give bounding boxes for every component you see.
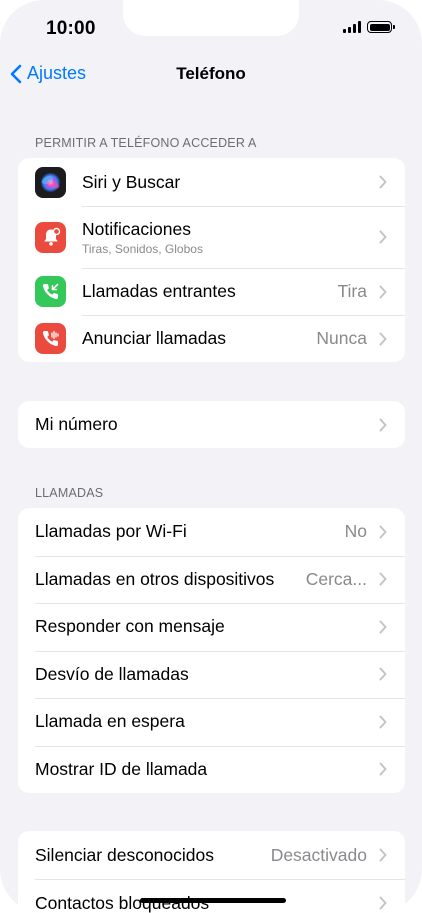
cellular-signal-icon [343,21,361,33]
siri-search-row[interactable]: Siri y Buscar [18,158,405,206]
row-subtitle: Tiras, Sonidos, Globos [82,241,203,256]
notch [123,0,299,36]
row-label: Llamadas por Wi-Fi [35,521,187,542]
incoming-calls-value: Tira [337,281,368,301]
my-number-group: Mi número [18,401,405,448]
home-indicator[interactable] [140,898,286,903]
row-label: Mi número [35,414,118,434]
siri-icon [35,166,66,198]
chevron-right-icon [379,620,387,634]
page-title: Teléfono [176,64,246,83]
wifi-calling-value: No [344,521,367,542]
incoming-call-icon [35,276,66,307]
call-forwarding-row[interactable]: Desvío de llamadas [18,650,405,699]
status-icons [343,21,395,33]
calls-group: Llamadas por Wi-Fi No Llamadas en otros … [18,508,405,793]
silence-unknown-row[interactable]: Silenciar desconocidos Desactivado [18,831,405,879]
row-label: Llamada en espera [35,711,185,732]
my-number-row[interactable]: Mi número [18,401,405,448]
chevron-right-icon [379,896,387,910]
row-label: Desvío de llamadas [35,663,189,684]
chevron-right-icon [379,332,387,345]
chevron-right-icon [379,525,387,539]
announce-calls-value: Nunca [316,328,367,348]
notifications-row[interactable]: Notificaciones Tiras, Sonidos, Globos [18,206,405,268]
status-time: 10:00 [46,18,96,39]
wifi-calling-row[interactable]: Llamadas por Wi-Fi No [18,508,405,556]
call-waiting-row[interactable]: Llamada en espera [18,698,405,746]
chevron-right-icon [379,285,387,298]
announce-calls-icon [35,323,66,354]
notifications-icon [35,221,66,253]
chevron-right-icon [379,572,387,586]
show-caller-id-row[interactable]: Mostrar ID de llamada [18,745,405,794]
phone-screen: 10:00 Ajustes Teléfono PERMITIR A TELÉFO… [0,0,422,913]
incoming-calls-row[interactable]: Llamadas entrantes Tira [18,268,405,315]
chevron-right-icon [379,175,387,189]
row-label: Mostrar ID de llamada [35,758,208,779]
silence-unknown-value: Desactivado [270,844,367,865]
reply-with-message-row[interactable]: Responder con mensaje [18,603,405,651]
row-label: Llamadas entrantes [82,281,236,301]
announce-calls-row[interactable]: Anunciar llamadas Nunca [18,315,405,362]
chevron-right-icon [379,762,387,776]
other-devices-calls-value: Cerca... [305,568,367,589]
battery-icon [367,21,395,33]
other-devices-calls-row[interactable]: Llamadas en otros dispositivos Cerca... [18,555,405,604]
blocked-contacts-row[interactable]: Contactos bloqueados [18,879,405,913]
section-header-calls: LLAMADAS [35,486,104,500]
chevron-right-icon [379,230,387,244]
row-label: Siri y Buscar [82,171,181,192]
chevron-right-icon [379,715,387,729]
chevron-right-icon [379,667,387,681]
chevron-right-icon [379,848,387,862]
section-header-access: PERMITIR A TELÉFONO ACCEDER A [35,136,257,150]
row-label: Responder con mensaje [35,616,225,637]
chevron-right-icon [379,418,387,431]
row-label: Notificaciones [82,218,191,239]
access-group: Siri y Buscar Notificaciones Tiras, Soni… [18,158,405,362]
